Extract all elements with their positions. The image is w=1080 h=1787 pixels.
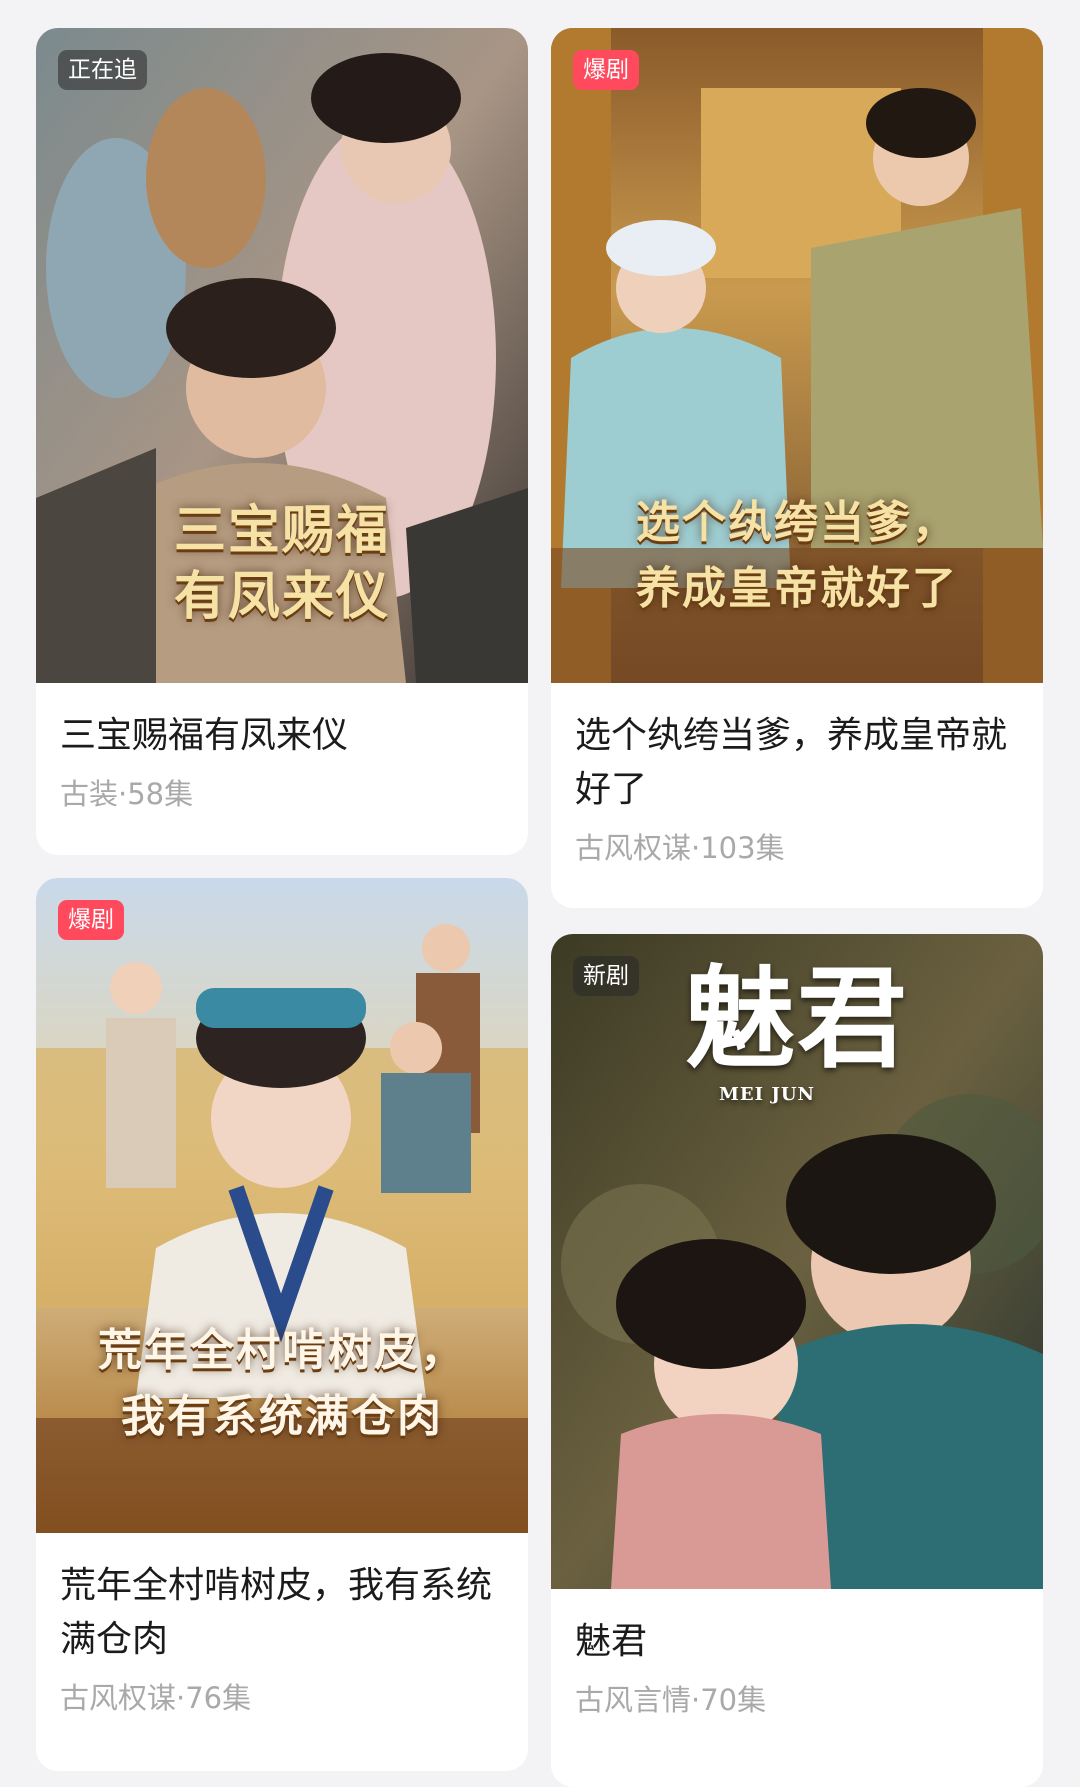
drama-card[interactable]: 爆剧 选个纨绔当爹， 养成皇帝就好了 选个纨绔当爹，养成皇帝就好了 古风权谋·1… bbox=[551, 28, 1043, 908]
poster-title-line: 选个纨绔当爹， bbox=[636, 497, 958, 548]
drama-title[interactable]: 选个纨绔当爹，养成皇帝就好了 bbox=[575, 709, 1019, 817]
drama-title[interactable]: 荒年全村啃树皮，我有系统满仓肉 bbox=[60, 1559, 504, 1667]
drama-poster[interactable]: 爆剧 荒年全村啃树皮， 我有系统满仓肉 bbox=[36, 878, 528, 1533]
poster-subtitle: MEI JUN bbox=[719, 1084, 815, 1105]
poster-title-line: 魅君 bbox=[685, 954, 909, 1083]
poster-title-text: 魅君 MEI JUN bbox=[551, 954, 1043, 1106]
drama-meta: 古风言情·70集 bbox=[575, 1683, 767, 1717]
poster-title-line: 荒年全村啃树皮， bbox=[98, 1325, 466, 1376]
drama-meta: 古风权谋·103集 bbox=[575, 831, 785, 865]
drama-meta: 古装·58集 bbox=[60, 777, 194, 811]
poster-title-line: 有凤来仪 bbox=[173, 566, 390, 627]
poster-title-line: 三宝赐福 bbox=[173, 500, 390, 561]
drama-card[interactable]: 正在追 三宝赐福 有凤来仪 三宝赐福有凤来仪 古装·58集 bbox=[36, 28, 528, 855]
poster-title-line: 我有系统满仓肉 bbox=[121, 1391, 443, 1442]
poster-title-text: 三宝赐福 有凤来仪 bbox=[36, 498, 528, 630]
poster-title-line: 养成皇帝就好了 bbox=[636, 563, 958, 614]
drama-title[interactable]: 魅君 bbox=[575, 1615, 1019, 1669]
drama-card[interactable]: 爆剧 荒年全村啃树皮， 我有系统满仓肉 荒年全村啃树皮，我有系统满仓肉 古风权谋… bbox=[36, 878, 528, 1771]
drama-card[interactable]: 新剧 魅君 MEI JUN 魅君 古风言情·70集 bbox=[551, 934, 1043, 1787]
drama-poster[interactable]: 正在追 三宝赐福 有凤来仪 bbox=[36, 28, 528, 683]
drama-meta: 古风权谋·76集 bbox=[60, 1681, 252, 1715]
status-badge: 正在追 bbox=[58, 50, 147, 90]
drama-poster[interactable]: 新剧 魅君 MEI JUN bbox=[551, 934, 1043, 1589]
drama-poster[interactable]: 爆剧 选个纨绔当爹， 养成皇帝就好了 bbox=[551, 28, 1043, 683]
drama-title[interactable]: 三宝赐福有凤来仪 bbox=[60, 709, 504, 763]
hot-badge: 爆剧 bbox=[573, 50, 639, 90]
poster-title-text: 荒年全村啃树皮， 我有系统满仓肉 bbox=[36, 1318, 528, 1450]
poster-title-text: 选个纨绔当爹， 养成皇帝就好了 bbox=[551, 490, 1043, 622]
hot-badge: 爆剧 bbox=[58, 900, 124, 940]
